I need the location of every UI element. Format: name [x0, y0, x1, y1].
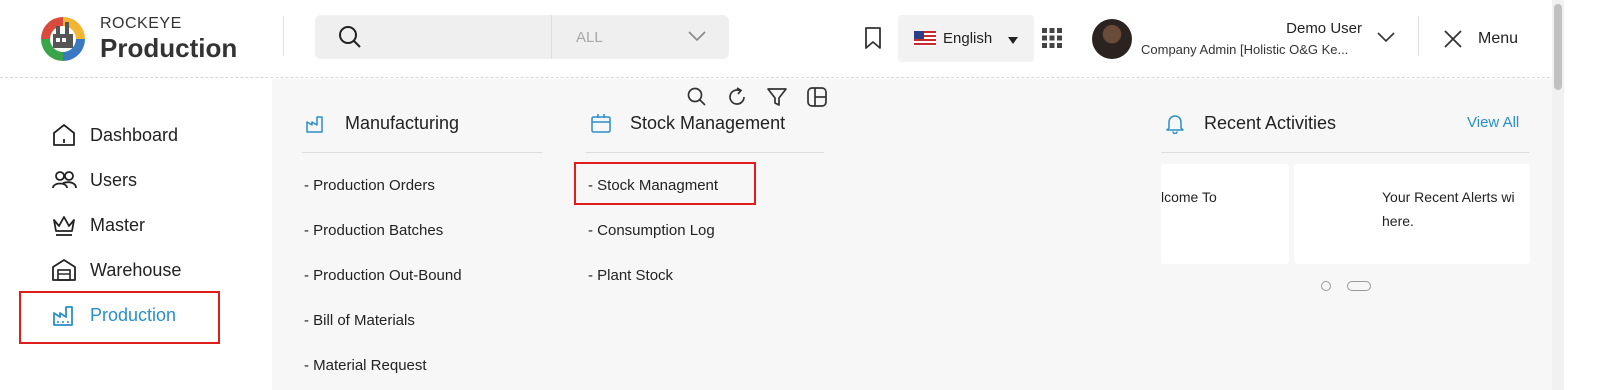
layout-icon[interactable]: [805, 85, 829, 109]
search-scope-value: ALL: [576, 28, 603, 46]
sidebar-item-users[interactable]: Users: [50, 166, 137, 194]
language-selector[interactable]: English: [898, 15, 1034, 62]
link-material-request[interactable]: - Material Request: [304, 357, 427, 374]
apps-grid-icon[interactable]: [1041, 27, 1063, 49]
link-consumption-log[interactable]: - Consumption Log: [588, 222, 715, 239]
gear-factory-logo-icon: [41, 17, 85, 61]
sidebar-item-label: Dashboard: [90, 124, 179, 145]
brand-main-label: Production: [100, 33, 238, 63]
bookmark-icon[interactable]: [862, 26, 884, 50]
refresh-icon[interactable]: [725, 85, 749, 109]
avatar[interactable]: [1092, 19, 1132, 59]
factory-icon: [306, 116, 323, 133]
highlight-box: [19, 291, 220, 344]
sidebar-item-dashboard[interactable]: Dashboard: [50, 121, 178, 149]
sidebar-item-warehouse[interactable]: Warehouse: [50, 256, 181, 284]
chevron-down-icon[interactable]: [1376, 30, 1396, 44]
crown-icon: [53, 216, 75, 236]
scrollbar-thumb[interactable]: [1554, 4, 1562, 90]
stock-management-heading: Stock Management: [590, 112, 785, 134]
box-icon: [591, 114, 611, 133]
link-production-orders[interactable]: - Production Orders: [304, 177, 435, 194]
link-production-out-bound[interactable]: - Production Out-Bound: [304, 267, 462, 284]
stock-management-title: Stock Management: [630, 112, 786, 133]
home-icon: [53, 124, 75, 146]
us-flag-icon: [914, 31, 936, 46]
menu-label: Menu: [1478, 30, 1519, 47]
sidebar-item-master[interactable]: Master: [50, 211, 145, 239]
user-role: Company Admin [Holistic O&G Ke...: [1141, 42, 1349, 57]
warehouse-icon: [52, 259, 76, 281]
search-scope-select[interactable]: ALL: [551, 15, 729, 59]
link-plant-stock[interactable]: - Plant Stock: [588, 267, 673, 284]
divider: [302, 152, 542, 153]
chevron-down-icon: [688, 31, 706, 42]
view-all-link[interactable]: View All: [1467, 114, 1519, 131]
bell-icon: [1166, 115, 1184, 134]
brand-logo[interactable]: ROCKEYE Production: [38, 14, 237, 64]
top-header: ROCKEYE Production ALL English Demo User…: [0, 0, 1600, 78]
search-icon[interactable]: [337, 24, 363, 50]
close-icon: [1444, 30, 1462, 48]
sidebar: Dashboard Users Master Warehouse Product…: [0, 79, 272, 390]
menu-button[interactable]: Menu: [1442, 28, 1518, 50]
panel-toolbar: [685, 85, 829, 109]
manufacturing-heading: Manufacturing: [305, 112, 459, 134]
filter-icon[interactable]: [765, 85, 789, 109]
activity-card-text: lcome To: [1161, 189, 1217, 205]
language-label: English: [943, 30, 993, 47]
recent-activities-title: Recent Activities: [1204, 112, 1337, 133]
carousel-dot-active[interactable]: [1347, 281, 1371, 291]
link-bill-of-materials[interactable]: - Bill of Materials: [304, 312, 415, 329]
activity-card[interactable]: lcome To: [1161, 164, 1289, 264]
sidebar-item-label: Warehouse: [90, 259, 182, 280]
divider: [586, 152, 824, 153]
carousel-dot[interactable]: [1321, 281, 1331, 291]
activity-card[interactable]: Your Recent Alerts wi here.: [1294, 164, 1530, 264]
header-divider: [1418, 16, 1419, 56]
activity-card-text: here.: [1382, 213, 1414, 229]
activity-card-text: Your Recent Alerts wi: [1382, 189, 1515, 205]
user-name: Demo User: [1286, 20, 1362, 37]
highlight-box: [574, 162, 756, 205]
sidebar-item-label: Master: [90, 214, 146, 235]
recent-activities-heading: Recent Activities: [1164, 112, 1336, 134]
divider: [1161, 152, 1529, 153]
link-production-batches[interactable]: - Production Batches: [304, 222, 443, 239]
search-icon[interactable]: [685, 85, 709, 109]
caret-down-icon: [1008, 37, 1018, 44]
mega-menu-panel: Manufacturing - Production Orders - Prod…: [272, 79, 1552, 390]
brand-top-label: ROCKEYE: [100, 15, 182, 32]
users-icon: [52, 171, 77, 189]
manufacturing-title: Manufacturing: [345, 112, 460, 133]
sidebar-item-label: Users: [90, 169, 138, 190]
global-search[interactable]: ALL: [315, 15, 729, 59]
header-divider: [283, 16, 284, 56]
